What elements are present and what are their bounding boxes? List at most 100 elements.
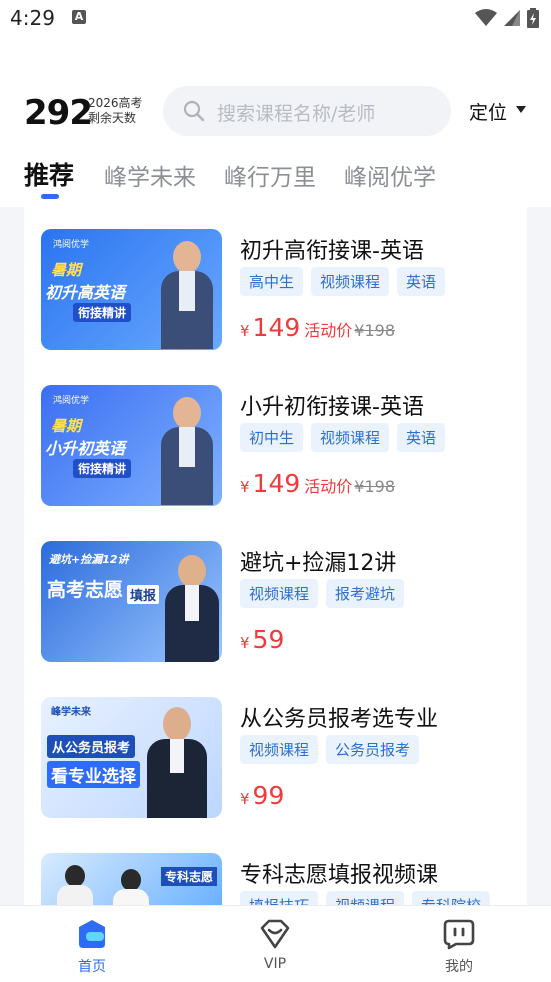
thumb-line3: 填报 (127, 585, 160, 604)
course-price: ¥ 149 活动价 ¥198 (240, 313, 395, 342)
thumb-line2: 初升高英语 (45, 283, 126, 302)
course-thumbnail[interactable]: 避坑+捡漏12讲 高考志愿 填报 (41, 541, 222, 662)
tab-fengxue-weilai[interactable]: 峰学未来 (104, 158, 196, 192)
course-tag: 视频课程 (311, 423, 390, 452)
exam-days-label-remaining: 剩余天数 (88, 111, 137, 125)
course-price: ¥ 59 (240, 625, 284, 654)
thumb-line3: 衔接精讲 (73, 303, 132, 322)
price-currency: ¥ (240, 790, 250, 808)
price-value: 59 (252, 625, 285, 654)
vip-icon (260, 919, 290, 949)
category-tabs: 推荐 峰学未来 峰行万里 峰阅优学 (0, 150, 551, 205)
thumb-line1: 避坑+捡漏12讲 (49, 553, 129, 566)
price-currency: ¥ (240, 478, 250, 496)
thumb-brand: 鸿阅优学 (53, 240, 90, 250)
course-title[interactable]: 初升高衔接课-英语 (240, 233, 424, 265)
locate-button[interactable]: 定位 (469, 98, 507, 125)
promo-label: 活动价 (304, 321, 353, 340)
course-tag: 填报技巧 (240, 891, 319, 905)
signal-icon (504, 10, 520, 26)
tab-recommend[interactable]: 推荐 (24, 156, 74, 192)
course-tags: 视频课程 报考避坑 (240, 579, 405, 608)
course-list-card: 鸿阅优学 暑期 初升高英语 衔接精讲 初升高衔接课-英语 高中生 视频课程 英语… (24, 207, 527, 905)
course-tag: 高中生 (240, 267, 304, 296)
thumb-line2: 从公务员报考 (47, 735, 136, 758)
thumb-brand: 峰学未来 (51, 707, 91, 718)
teacher-photo (113, 869, 149, 905)
exam-days-count: 292 (24, 93, 93, 133)
course-tags: 填报技巧 视频课程 专科院校 (240, 891, 491, 905)
course-tag: 公务员报考 (326, 735, 420, 764)
course-item[interactable]: 避坑+捡漏12讲 高考志愿 填报 避坑+捡漏12讲 视频课程 报考避坑 ¥ 59 (24, 541, 527, 671)
course-item[interactable]: 专科志愿 专科志愿填报视频课 填报技巧 视频课程 专科院校 (24, 853, 527, 905)
original-price: ¥198 (354, 321, 395, 340)
notification-a-icon: A (72, 10, 86, 24)
search-icon (183, 100, 205, 122)
nav-profile[interactable]: 我的 (419, 918, 499, 976)
status-bar: 4:29 A (0, 0, 551, 40)
course-title[interactable]: 从公务员报考选专业 (240, 701, 438, 733)
course-tag: 初中生 (240, 423, 304, 452)
tab-fengyue-youxue[interactable]: 峰阅优学 (344, 158, 436, 192)
status-time: 4:29 (10, 6, 55, 30)
price-value: 149 (252, 469, 301, 498)
thumb-line1: 暑期 (51, 261, 82, 279)
header: 292 2026高考 剩余天数 搜索课程名称/老师 定位 (0, 86, 551, 136)
course-tags: 视频课程 公务员报考 (240, 735, 420, 764)
course-title[interactable]: 避坑+捡漏12讲 (240, 545, 396, 577)
course-tag: 视频课程 (240, 735, 319, 764)
thumb-brand: 鸿阅优学 (53, 396, 90, 406)
price-value: 149 (252, 313, 301, 342)
thumb-line3: 看专业选择 (47, 761, 140, 788)
thumb-line1: 暑期 (51, 417, 82, 435)
exam-days-label: 2026高考 剩余天数 (88, 96, 143, 126)
thumb-line2: 小升初英语 (45, 439, 126, 458)
thumb-line2: 高考志愿 (47, 579, 124, 601)
nav-vip[interactable]: VIP (235, 918, 315, 972)
course-title[interactable]: 小升初衔接课-英语 (240, 389, 424, 421)
course-item[interactable]: 鸿阅优学 暑期 小升初英语 衔接精讲 小升初衔接课-英语 初中生 视频课程 英语… (24, 385, 527, 515)
course-item[interactable]: 鸿阅优学 暑期 初升高英语 衔接精讲 初升高衔接课-英语 高中生 视频课程 英语… (24, 229, 527, 359)
course-thumbnail[interactable]: 专科志愿 (41, 853, 222, 905)
original-price: ¥198 (354, 477, 395, 496)
course-tag: 视频课程 (240, 579, 319, 608)
search-input[interactable]: 搜索课程名称/老师 (163, 86, 451, 136)
tab-fengxing-wanli[interactable]: 峰行万里 (224, 158, 316, 192)
battery-icon (527, 8, 539, 28)
nav-home[interactable]: 首页 (52, 918, 132, 976)
course-item[interactable]: 峰学未来 从公务员报考 看专业选择 从公务员报考选专业 视频课程 公务员报考 ¥… (24, 697, 527, 827)
price-value: 99 (252, 781, 285, 810)
teacher-photo (165, 555, 219, 662)
course-tags: 初中生 视频课程 英语 (240, 423, 446, 452)
wifi-icon (475, 9, 497, 26)
teacher-photo (159, 241, 215, 349)
course-tag: 视频课程 (326, 891, 405, 905)
teacher-photo (159, 397, 215, 505)
tab-indicator (41, 194, 59, 199)
status-icons (475, 8, 539, 28)
exam-days-label-year: 2026高考 (88, 96, 143, 110)
course-thumbnail[interactable]: 鸿阅优学 暑期 小升初英语 衔接精讲 (41, 385, 222, 506)
bottom-nav: 首页 VIP 我的 (0, 905, 551, 982)
search-placeholder: 搜索课程名称/老师 (217, 103, 376, 125)
promo-label: 活动价 (304, 477, 353, 496)
course-price: ¥ 149 活动价 ¥198 (240, 469, 395, 498)
course-tag: 英语 (397, 267, 446, 296)
course-thumbnail[interactable]: 峰学未来 从公务员报考 看专业选择 (41, 697, 222, 818)
course-thumbnail[interactable]: 鸿阅优学 暑期 初升高英语 衔接精讲 (41, 229, 222, 350)
course-tag: 英语 (397, 423, 446, 452)
price-currency: ¥ (240, 634, 250, 652)
course-tags: 高中生 视频课程 英语 (240, 267, 446, 296)
profile-icon (443, 919, 475, 950)
course-tag: 视频课程 (311, 267, 390, 296)
nav-home-label: 首页 (78, 959, 106, 975)
course-title[interactable]: 专科志愿填报视频课 (240, 857, 438, 889)
nav-profile-label: 我的 (445, 959, 473, 975)
thumb-line3: 专科志愿 (161, 867, 218, 886)
course-tag: 报考避坑 (326, 579, 405, 608)
teacher-photo (57, 865, 93, 905)
course-tag: 专科院校 (412, 891, 491, 905)
caret-down-icon[interactable] (516, 106, 526, 113)
course-list: 鸿阅优学 暑期 初升高英语 衔接精讲 初升高衔接课-英语 高中生 视频课程 英语… (0, 207, 551, 905)
nav-vip-label: VIP (263, 956, 287, 972)
